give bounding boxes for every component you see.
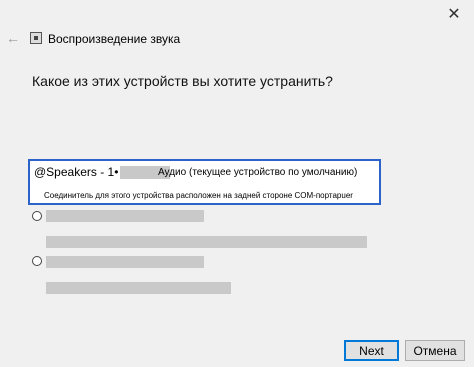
page-question: Какое из этих устройств вы хотите устран… <box>32 73 333 89</box>
redacted-device-name-3 <box>46 256 204 268</box>
device-name: @Speakers - 1• <box>34 165 119 179</box>
device-description: Соединитель для этого устройства располо… <box>44 191 353 200</box>
device-status: Аудио (текущее устройство по умолчанию) <box>158 167 358 178</box>
speaker-app-icon <box>30 32 42 44</box>
device-option-radio-3[interactable] <box>32 256 42 266</box>
device-name-row: @Speakers - 1• <box>34 165 171 179</box>
device-option-selected[interactable]: @Speakers - 1• Аудио (текущее устройство… <box>28 159 381 205</box>
next-button[interactable]: Next <box>344 340 399 361</box>
redacted-device-name-2 <box>46 210 204 222</box>
footer-bar: Next Отмена <box>0 333 474 367</box>
redacted-device-desc-2 <box>46 236 367 248</box>
troubleshooter-window: ✕ ← Воспроизведение звука Какое из этих … <box>0 0 474 367</box>
cancel-button[interactable]: Отмена <box>405 340 465 361</box>
close-icon: ✕ <box>447 6 461 23</box>
device-option-radio-2[interactable] <box>32 211 42 221</box>
close-button[interactable]: ✕ <box>442 4 466 24</box>
redacted-device-desc-3 <box>46 282 231 294</box>
back-arrow-icon[interactable]: ← <box>6 30 22 46</box>
window-title: Воспроизведение звука <box>48 32 181 46</box>
